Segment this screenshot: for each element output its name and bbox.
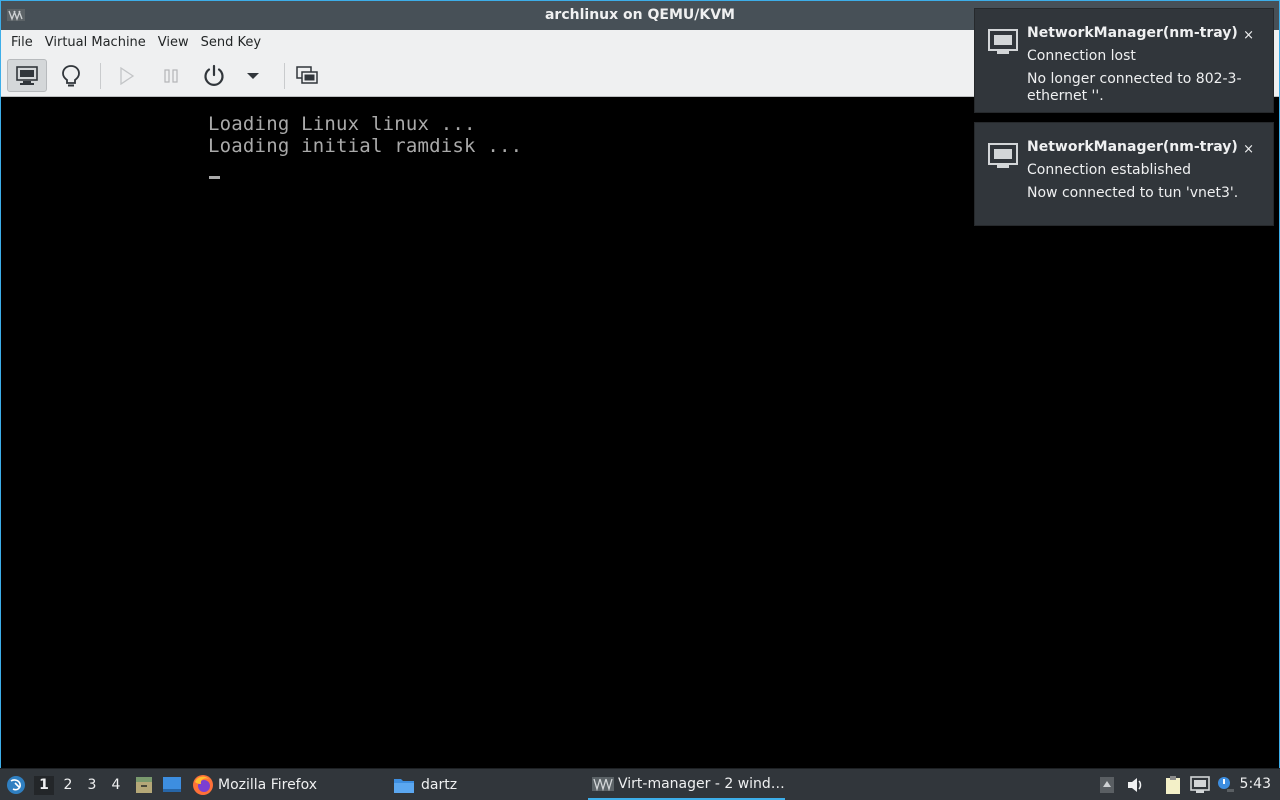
run-button[interactable] <box>107 59 147 92</box>
application-menu-button[interactable] <box>5 774 27 796</box>
volume-button[interactable] <box>1126 775 1146 795</box>
network-wired-icon <box>1190 776 1210 793</box>
menu-virtual-machine[interactable]: Virtual Machine <box>39 30 152 55</box>
tray-toggle-button[interactable] <box>1097 775 1117 795</box>
close-icon[interactable]: × <box>1243 28 1254 43</box>
pause-button[interactable] <box>151 59 191 92</box>
desktop-icon <box>163 777 181 792</box>
taskbar: 1 2 3 4 Mozilla Firefox dartz Virt-manag… <box>0 768 1280 800</box>
console-line: Loading Linux linux ... <box>208 113 476 135</box>
task-dartz[interactable]: dartz <box>393 769 583 800</box>
notification-popup[interactable]: NetworkManager(nm-tray) × Connection los… <box>974 8 1274 113</box>
notification-summary: Connection established <box>1027 162 1191 178</box>
task-virt-manager[interactable]: Virt-manager - 2 wind… <box>588 769 785 800</box>
lightbulb-icon <box>62 64 80 86</box>
network-wired-icon <box>988 29 1018 54</box>
fullscreen-icon <box>296 65 318 84</box>
chat-bubble-icon <box>1218 777 1234 792</box>
lxqt-logo-icon <box>7 776 25 794</box>
menu-file[interactable]: File <box>5 30 39 55</box>
toolbar-separator <box>100 63 101 89</box>
close-icon[interactable]: × <box>1243 142 1254 157</box>
fullscreen-button[interactable] <box>287 59 327 92</box>
virt-manager-icon <box>592 776 614 791</box>
monitor-icon <box>16 65 38 85</box>
notification-app-name: NetworkManager(nm-tray) <box>1027 25 1238 41</box>
network-tray-button[interactable] <box>1190 775 1210 795</box>
clipboard-button[interactable] <box>1163 775 1183 795</box>
desktop-switch-1[interactable]: 1 <box>34 776 54 795</box>
task-firefox[interactable]: Mozilla Firefox <box>192 769 388 800</box>
arrow-up-icon <box>1100 777 1114 793</box>
shutdown-button[interactable] <box>194 59 234 92</box>
show-desktop-button[interactable] <box>162 775 182 795</box>
menu-send-key[interactable]: Send Key <box>195 30 267 55</box>
clipboard-icon <box>1166 776 1180 794</box>
toolbar-separator <box>284 63 285 89</box>
virt-manager-window: archlinux on QEMU/KVM File Virtual Machi… <box>0 0 1280 768</box>
power-icon <box>204 64 224 86</box>
menu-view[interactable]: View <box>152 30 195 55</box>
desktop-switch-2[interactable]: 2 <box>58 776 78 795</box>
pause-icon <box>164 68 178 83</box>
play-icon <box>120 66 135 85</box>
task-label: Mozilla Firefox <box>218 776 318 793</box>
folder-icon <box>394 778 414 793</box>
notifications-tray-button[interactable] <box>1215 775 1235 795</box>
notification-app-name: NetworkManager(nm-tray) <box>1027 139 1238 155</box>
console-view-button[interactable] <box>7 59 47 92</box>
file-cabinet-icon <box>136 777 152 793</box>
chevron-down-icon <box>247 72 259 79</box>
text-cursor <box>209 176 220 179</box>
notification-body: Now connected to tun 'vnet3'. <box>1027 185 1239 201</box>
firefox-icon <box>193 774 213 795</box>
notification-summary: Connection lost <box>1027 48 1136 64</box>
desktop-switch-4[interactable]: 4 <box>106 776 126 795</box>
task-label: Virt-manager - 2 wind… <box>618 775 785 792</box>
console-line: Loading initial ramdisk ... <box>208 135 523 157</box>
notification-popup[interactable]: NetworkManager(nm-tray) × Connection est… <box>974 122 1274 226</box>
task-label: dartz <box>421 776 458 793</box>
shutdown-menu-button[interactable] <box>233 59 273 92</box>
file-manager-launcher[interactable] <box>134 775 154 795</box>
network-wired-icon <box>988 143 1018 168</box>
desktop-switch-3[interactable]: 3 <box>82 776 102 795</box>
notification-body: No longer connected to 802-3-ethernet ''… <box>1027 71 1242 104</box>
details-view-button[interactable] <box>51 59 91 92</box>
speaker-icon <box>1128 778 1142 792</box>
clock[interactable]: 5:43 <box>1240 776 1271 792</box>
